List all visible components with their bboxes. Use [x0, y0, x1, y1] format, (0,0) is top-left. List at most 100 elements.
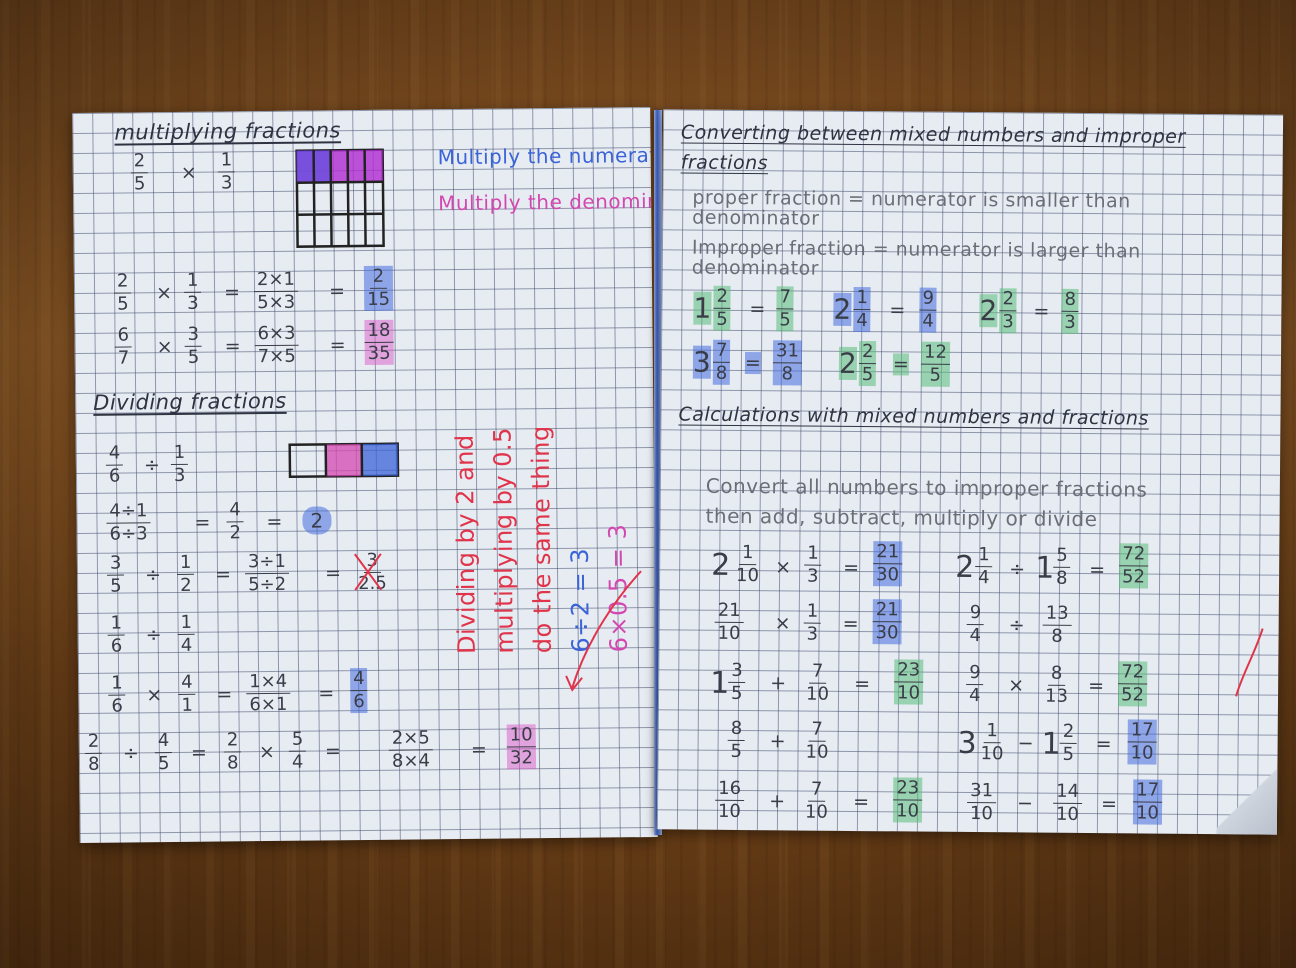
- mixed-fraction-part: 14: [853, 286, 872, 333]
- divide-sign: ÷: [122, 742, 139, 765]
- mixed-fraction-part: 14: [975, 544, 993, 589]
- fraction-1-3: 13: [170, 441, 189, 487]
- improper-8-3: 83: [1061, 288, 1080, 334]
- mixed-fraction-part: 78: [712, 339, 731, 385]
- times-sign: ×: [155, 282, 173, 305]
- mixed-fraction-part: 25: [858, 341, 877, 387]
- fraction-7-10: 7 10: [804, 778, 829, 823]
- mixed-whole: 3: [692, 345, 712, 379]
- answer-21-30: 21 30: [872, 599, 902, 645]
- area-model-multiply: [295, 148, 385, 248]
- equals-sign: =: [324, 562, 342, 585]
- equals-sign: =: [324, 740, 341, 763]
- equals-sign: =: [216, 683, 233, 706]
- answer-23-10: 23 10: [893, 659, 924, 705]
- note-line-2: multiplying by 0.5: [488, 426, 519, 654]
- fraction-9-4: 94: [966, 601, 985, 647]
- equals-sign: =: [328, 280, 346, 303]
- heading-dividing-fractions: Dividing fractions: [93, 388, 287, 415]
- mixed-fraction-part: 25: [1059, 720, 1078, 766]
- minus-sign: −: [1017, 732, 1034, 755]
- mixed-fraction-part: 1 10: [980, 720, 1004, 765]
- instruction-operate: then add, subtract, multiply or divide: [705, 503, 1098, 532]
- fraction-31-10: 31 10: [967, 779, 997, 825]
- answer-10-32: 10 32: [506, 724, 536, 770]
- fraction-6x3-7x5: 6×3 7×5: [254, 322, 299, 368]
- fraction-4d1-6d3: 4÷1 6÷3: [106, 500, 151, 545]
- fraction-1-3: 13: [803, 600, 822, 646]
- red-cross-mark: [354, 553, 383, 591]
- red-arrow: [1235, 628, 1264, 697]
- answer-72-52: 72 52: [1118, 543, 1149, 589]
- answer-21-30: 21 30: [873, 541, 903, 587]
- mixed-fraction-part: 35: [728, 659, 746, 705]
- fraction-4-1: 41: [178, 671, 196, 717]
- page-curl: [1216, 764, 1278, 835]
- answer-23-10: 23 10: [892, 777, 923, 823]
- equals-sign: =: [224, 335, 241, 358]
- mixed-whole: 1: [693, 291, 712, 325]
- fraction-1-4: 14: [177, 611, 196, 657]
- equals-sign: =: [744, 352, 761, 375]
- answer-18-35: 18 35: [364, 319, 394, 365]
- fraction-6-7: 67: [114, 324, 133, 369]
- fraction-7-10: 7 10: [805, 718, 829, 763]
- answer-4-6: 46: [350, 667, 368, 714]
- mixed-whole: 1: [1041, 726, 1062, 762]
- fraction-1x4-6x1: 1×4 6×1: [246, 670, 291, 716]
- equals-sign: =: [749, 298, 766, 321]
- fraction-2x1-5x3: 2×1 5×3: [253, 268, 299, 314]
- mixed-fraction-part: 1 10: [735, 541, 760, 587]
- mixed-whole: 2: [955, 549, 975, 586]
- minus-sign: −: [1017, 792, 1034, 815]
- fraction-8-13: 8 13: [1044, 662, 1069, 707]
- mixed-whole: 2: [711, 547, 731, 583]
- mixed-whole: 2: [838, 346, 858, 381]
- fraction-1-3: 13: [183, 269, 202, 315]
- divide-sign: ÷: [144, 564, 162, 587]
- equals-sign: =: [1088, 675, 1105, 698]
- left-notebook-page: multiplying fractions 25 × 13 Multiply t…: [72, 106, 658, 844]
- mixed-whole: 2: [833, 292, 852, 326]
- instruction-convert: Convert all numbers to improper fraction…: [705, 473, 1148, 502]
- mixed-fraction-part: 23: [999, 288, 1018, 334]
- equals-sign: =: [329, 334, 346, 357]
- times-sign: ×: [774, 612, 791, 635]
- mixed-whole: 2: [979, 294, 998, 328]
- fraction-1-3: 13: [804, 542, 822, 588]
- mixed-whole: 1: [709, 665, 730, 701]
- equals-sign: =: [892, 353, 909, 376]
- answer-72-52: 72 52: [1117, 661, 1148, 707]
- fraction-2-8: 28: [223, 729, 242, 774]
- equals-sign: =: [190, 741, 207, 764]
- note-multiply-denominators: Multiply the denominators: [438, 188, 658, 216]
- equals-sign: =: [223, 281, 241, 304]
- fraction-21-10: 21 10: [714, 599, 744, 645]
- note-multiply-numerators: Multiply the numerators.: [437, 142, 658, 170]
- note-line-3: do the same thing: [526, 425, 557, 654]
- fraction-5-4: 54: [288, 728, 307, 774]
- fraction-4-5: 45: [154, 730, 173, 775]
- equals-sign: =: [1089, 559, 1106, 582]
- bar-model-divide: [288, 442, 400, 479]
- fraction-3-5: 35: [106, 552, 125, 598]
- fraction-14-10: 14 10: [1053, 780, 1083, 826]
- fraction-1-3: 13: [217, 149, 236, 194]
- heading-converting: Converting between mixed numbers and imp…: [680, 121, 1186, 175]
- equals-sign: =: [842, 612, 859, 636]
- fraction-4-2: 42: [226, 499, 244, 544]
- fraction-13-8: 13 8: [1042, 602, 1072, 648]
- divide-sign: ÷: [1008, 614, 1025, 637]
- fraction-1-6: 16: [107, 612, 126, 658]
- fraction-2-5: 25: [113, 270, 132, 315]
- answer-17-10: 17 10: [1132, 779, 1163, 825]
- equals-sign: =: [194, 511, 211, 534]
- answer-17-10: 17 10: [1127, 719, 1157, 765]
- equals-sign: =: [889, 299, 906, 322]
- red-arrow: [565, 570, 642, 692]
- equals-sign: =: [1095, 733, 1112, 756]
- fraction-1-2: 12: [176, 551, 195, 597]
- times-sign: ×: [775, 556, 792, 579]
- fraction-2-8: 28: [84, 730, 103, 776]
- fraction-3-5: 35: [184, 323, 203, 369]
